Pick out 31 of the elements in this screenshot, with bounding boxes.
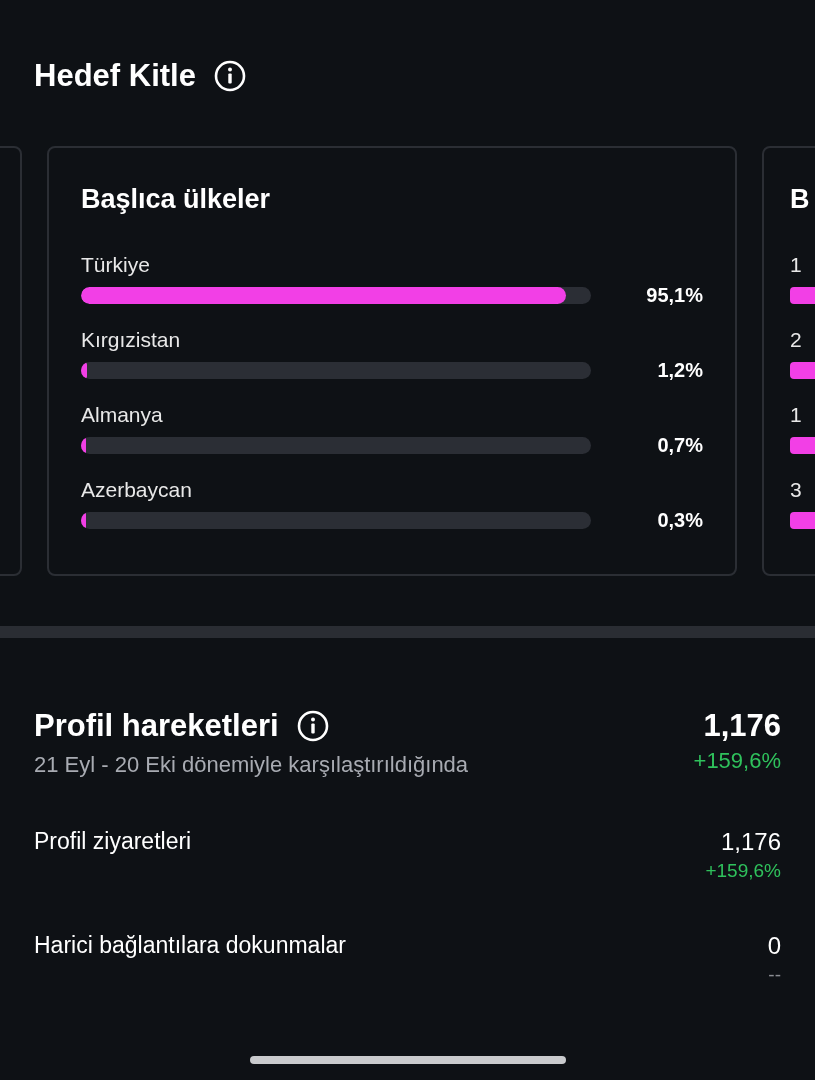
comparison-period: 21 Eyl - 20 Eki dönemiyle karşılaştırıldığında <box>34 752 469 778</box>
percentage: 0,3% <box>657 509 703 532</box>
country-name: Türkiye <box>81 253 151 278</box>
age-label: 1 <box>790 403 803 428</box>
info-icon[interactable] <box>296 710 329 742</box>
percentage: 1,2% <box>657 359 703 382</box>
country-name: Kırgızistan <box>81 328 182 353</box>
total-value: 1,176 <box>703 708 781 744</box>
change-value: -- <box>768 964 781 986</box>
section-title: Profil hareketleri <box>34 708 279 744</box>
metric-value: 0 <box>767 932 781 960</box>
info-icon[interactable] <box>213 60 246 92</box>
card-title: Başlıca ülkeler <box>81 184 272 215</box>
progress-fill <box>790 512 815 529</box>
metric-label: Harici bağlantılara dokunmalar <box>34 932 346 960</box>
change-value: +159,6% <box>693 748 781 774</box>
percentage: 0,7% <box>657 434 703 457</box>
card-title: B <box>790 184 811 215</box>
percentage: 95,1% <box>646 284 703 307</box>
metric-label: Profil ziyaretleri <box>34 828 192 856</box>
change-value: +159,6% <box>705 860 781 882</box>
progress-fill <box>790 362 815 379</box>
age-label: 1 <box>790 253 803 278</box>
progress-fill <box>790 437 815 454</box>
progress-fill <box>790 287 815 304</box>
country-name: Azerbaycan <box>81 478 193 503</box>
section-title: Hedef Kitle <box>34 58 196 94</box>
country-name: Almanya <box>81 403 164 428</box>
age-label: 3 <box>790 478 803 503</box>
age-label: 2 <box>790 328 803 353</box>
metric-value: 1,176 <box>720 828 781 856</box>
